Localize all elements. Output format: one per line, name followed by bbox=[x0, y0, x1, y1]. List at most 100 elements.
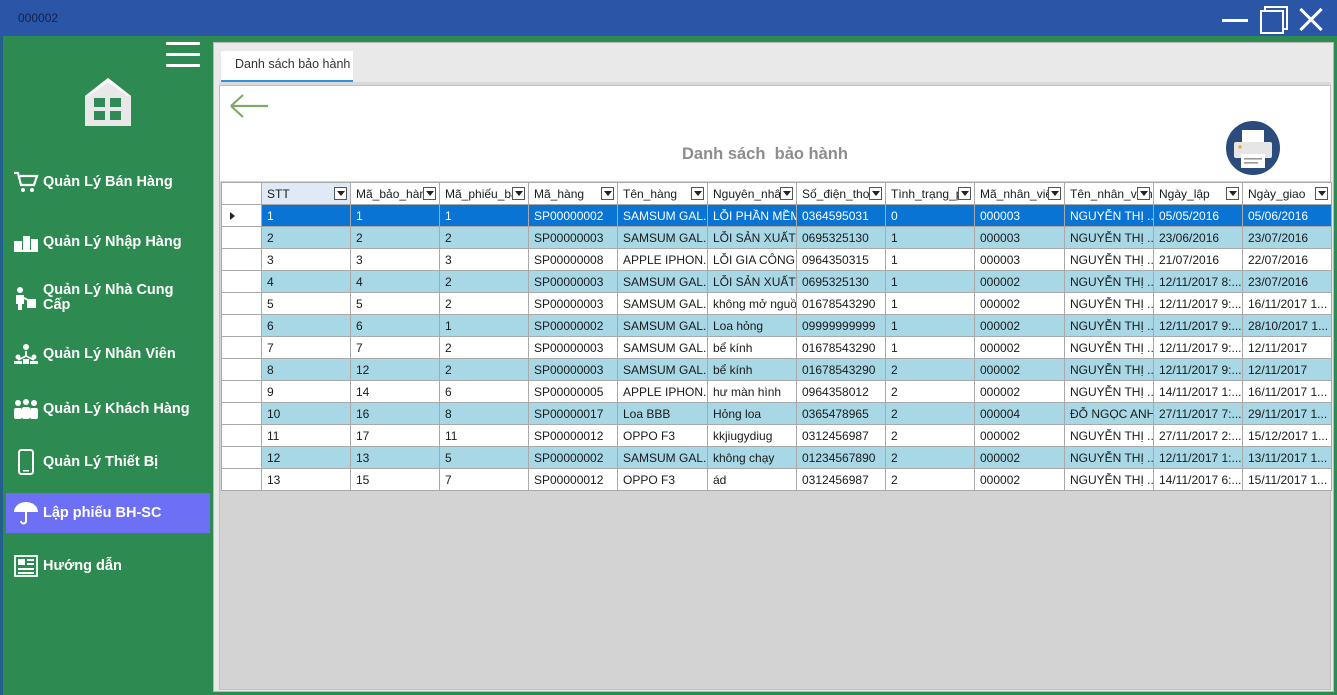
table-cell[interactable]: không mở nguồn bbox=[707, 292, 797, 315]
row-header[interactable] bbox=[221, 468, 262, 491]
table-cell[interactable]: 1 bbox=[261, 204, 351, 227]
table-cell[interactable]: 4 bbox=[261, 270, 351, 293]
table-cell[interactable]: 05/05/2016 bbox=[1153, 204, 1243, 227]
table-cell[interactable]: 0695325130 bbox=[796, 226, 886, 249]
table-cell[interactable]: 0695325130 bbox=[796, 270, 886, 293]
table-cell[interactable]: 15/12/2017 1... bbox=[1242, 424, 1332, 447]
table-cell[interactable]: 12 bbox=[350, 358, 440, 381]
column-header[interactable]: Tên_nhân_viên bbox=[1064, 182, 1154, 205]
table-cell[interactable]: 6 bbox=[261, 314, 351, 337]
hamburger-menu-icon[interactable] bbox=[166, 40, 200, 70]
table-row[interactable]: 10 16 8 SP00000017 Loa BBB Hỏng loa 0365478965… bbox=[221, 402, 1332, 425]
column-header[interactable]: Ngày_giao bbox=[1242, 182, 1332, 205]
table-cell[interactable]: 000002 bbox=[974, 446, 1065, 469]
table-cell[interactable]: 11 bbox=[261, 424, 351, 447]
table-cell[interactable]: 000002 bbox=[974, 468, 1065, 491]
table-cell[interactable]: NGUYỄN THỊ ... bbox=[1064, 468, 1154, 491]
row-header[interactable] bbox=[221, 270, 262, 293]
table-cell[interactable]: 13 bbox=[350, 446, 440, 469]
table-cell[interactable]: 29/11/2017 1... bbox=[1242, 402, 1332, 425]
row-header[interactable] bbox=[221, 336, 262, 359]
table-cell[interactable]: 16 bbox=[350, 402, 440, 425]
sidebar-item-nhap-hang[interactable]: Quản Lý Nhập Hàng bbox=[6, 222, 210, 262]
table-row[interactable]: 4 4 2 SP00000003 SAMSUM GAL... LỖI SẢN XUẤT 06… bbox=[221, 270, 1332, 293]
table-cell[interactable]: 7 bbox=[439, 468, 529, 491]
table-cell[interactable]: 7 bbox=[261, 336, 351, 359]
table-cell[interactable]: NGUYỄN THỊ ... bbox=[1064, 336, 1154, 359]
table-cell[interactable]: 17 bbox=[350, 424, 440, 447]
table-cell[interactable]: 3 bbox=[350, 248, 440, 271]
table-cell[interactable]: SP00000003 bbox=[528, 292, 618, 315]
table-cell[interactable]: 12/11/2017 9:... bbox=[1153, 358, 1243, 381]
table-cell[interactable]: 13 bbox=[261, 468, 351, 491]
table-cell[interactable]: SAMSUM GAL... bbox=[617, 446, 708, 469]
home-icon[interactable] bbox=[83, 76, 133, 128]
filter-dropdown-icon[interactable] bbox=[1226, 187, 1239, 200]
table-cell[interactable]: 2 bbox=[885, 446, 975, 469]
sidebar-item-ban-hang[interactable]: Quản Lý Bán Hàng bbox=[6, 162, 210, 202]
table-cell[interactable]: 000002 bbox=[974, 424, 1065, 447]
table-cell[interactable]: 27/11/2017 2:... bbox=[1153, 424, 1243, 447]
filter-dropdown-icon[interactable] bbox=[869, 187, 882, 200]
table-cell[interactable]: 23/07/2016 bbox=[1242, 270, 1332, 293]
maximize-button[interactable] bbox=[1258, 6, 1288, 34]
filter-dropdown-icon[interactable] bbox=[512, 187, 525, 200]
filter-dropdown-icon[interactable] bbox=[958, 187, 971, 200]
table-cell[interactable]: SP00000008 bbox=[528, 248, 618, 271]
table-cell[interactable]: 23/06/2016 bbox=[1153, 226, 1243, 249]
table-cell[interactable]: 15/11/2017 1... bbox=[1242, 468, 1332, 491]
table-cell[interactable]: 000004 bbox=[974, 402, 1065, 425]
table-cell[interactable]: 0312456987 bbox=[796, 424, 886, 447]
table-cell[interactable]: SP00000003 bbox=[528, 336, 618, 359]
filter-dropdown-icon[interactable] bbox=[1137, 187, 1150, 200]
filter-dropdown-icon[interactable] bbox=[780, 187, 793, 200]
table-cell[interactable]: 2 bbox=[261, 226, 351, 249]
table-cell[interactable]: 8 bbox=[261, 358, 351, 381]
sidebar-item-khach-hang[interactable]: Quản Lý Khách Hàng bbox=[6, 389, 210, 429]
table-cell[interactable]: 21/07/2016 bbox=[1153, 248, 1243, 271]
table-cell[interactable]: 14 bbox=[350, 380, 440, 403]
table-cell[interactable]: 0312456987 bbox=[796, 468, 886, 491]
table-cell[interactable]: 1 bbox=[885, 248, 975, 271]
table-cell[interactable]: SAMSUM GAL... bbox=[617, 226, 708, 249]
table-cell[interactable]: 2 bbox=[885, 468, 975, 491]
filter-dropdown-icon[interactable] bbox=[423, 187, 436, 200]
row-header[interactable] bbox=[221, 358, 262, 381]
row-header[interactable] bbox=[221, 248, 262, 271]
filter-dropdown-icon[interactable] bbox=[1315, 187, 1328, 200]
table-cell[interactable]: 15 bbox=[350, 468, 440, 491]
table-cell[interactable]: 16/11/2017 1... bbox=[1242, 292, 1332, 315]
column-header[interactable]: Mã_nhân_viên bbox=[974, 182, 1065, 205]
table-cell[interactable]: 11 bbox=[439, 424, 529, 447]
table-cell[interactable]: SAMSUM GAL... bbox=[617, 314, 708, 337]
table-cell[interactable]: 1 bbox=[885, 270, 975, 293]
table-cell[interactable]: NGUYỄN THỊ ... bbox=[1064, 292, 1154, 315]
table-cell[interactable]: OPPO F3 bbox=[617, 424, 708, 447]
table-row[interactable]: 11 17 11 SP00000012 OPPO F3 kkjiugydiug 031245… bbox=[221, 424, 1332, 447]
table-cell[interactable]: Loa BBB bbox=[617, 402, 708, 425]
table-cell[interactable]: 0964350315 bbox=[796, 248, 886, 271]
table-cell[interactable]: không chạy bbox=[707, 446, 797, 469]
sidebar-item-thiet-bi[interactable]: Quản Lý Thiết Bị bbox=[6, 442, 210, 482]
table-cell[interactable]: 01678543290 bbox=[796, 336, 886, 359]
column-header[interactable]: Tên_hàng bbox=[617, 182, 708, 205]
table-cell[interactable]: APPLE IPHON... bbox=[617, 380, 708, 403]
table-cell[interactable]: 27/11/2017 7:... bbox=[1153, 402, 1243, 425]
table-row[interactable]: 5 5 2 SP00000003 SAMSUM GAL... không mở nguồn… bbox=[221, 292, 1332, 315]
table-cell[interactable]: 2 bbox=[885, 380, 975, 403]
table-cell[interactable]: SAMSUM GAL... bbox=[617, 292, 708, 315]
table-cell[interactable]: SAMSUM GAL... bbox=[617, 358, 708, 381]
table-cell[interactable]: NGUYỄN THỊ ... bbox=[1064, 226, 1154, 249]
table-cell[interactable]: 0 bbox=[885, 204, 975, 227]
table-row[interactable]: 8 12 2 SP00000003 SAMSUM GAL... bể kính 016785… bbox=[221, 358, 1332, 381]
table-cell[interactable]: 1 bbox=[439, 314, 529, 337]
table-cell[interactable]: 9 bbox=[261, 380, 351, 403]
table-cell[interactable]: 000002 bbox=[974, 314, 1065, 337]
table-cell[interactable]: SAMSUM GAL... bbox=[617, 204, 708, 227]
table-cell[interactable]: 000002 bbox=[974, 292, 1065, 315]
table-cell[interactable]: LỖI GIA CÔNG bbox=[707, 248, 797, 271]
table-cell[interactable]: 2 bbox=[439, 226, 529, 249]
table-cell[interactable]: 12/11/2017 bbox=[1242, 336, 1332, 359]
column-header[interactable]: Số_điện_thoại bbox=[796, 182, 886, 205]
table-cell[interactable]: NGUYỄN THỊ ... bbox=[1064, 424, 1154, 447]
